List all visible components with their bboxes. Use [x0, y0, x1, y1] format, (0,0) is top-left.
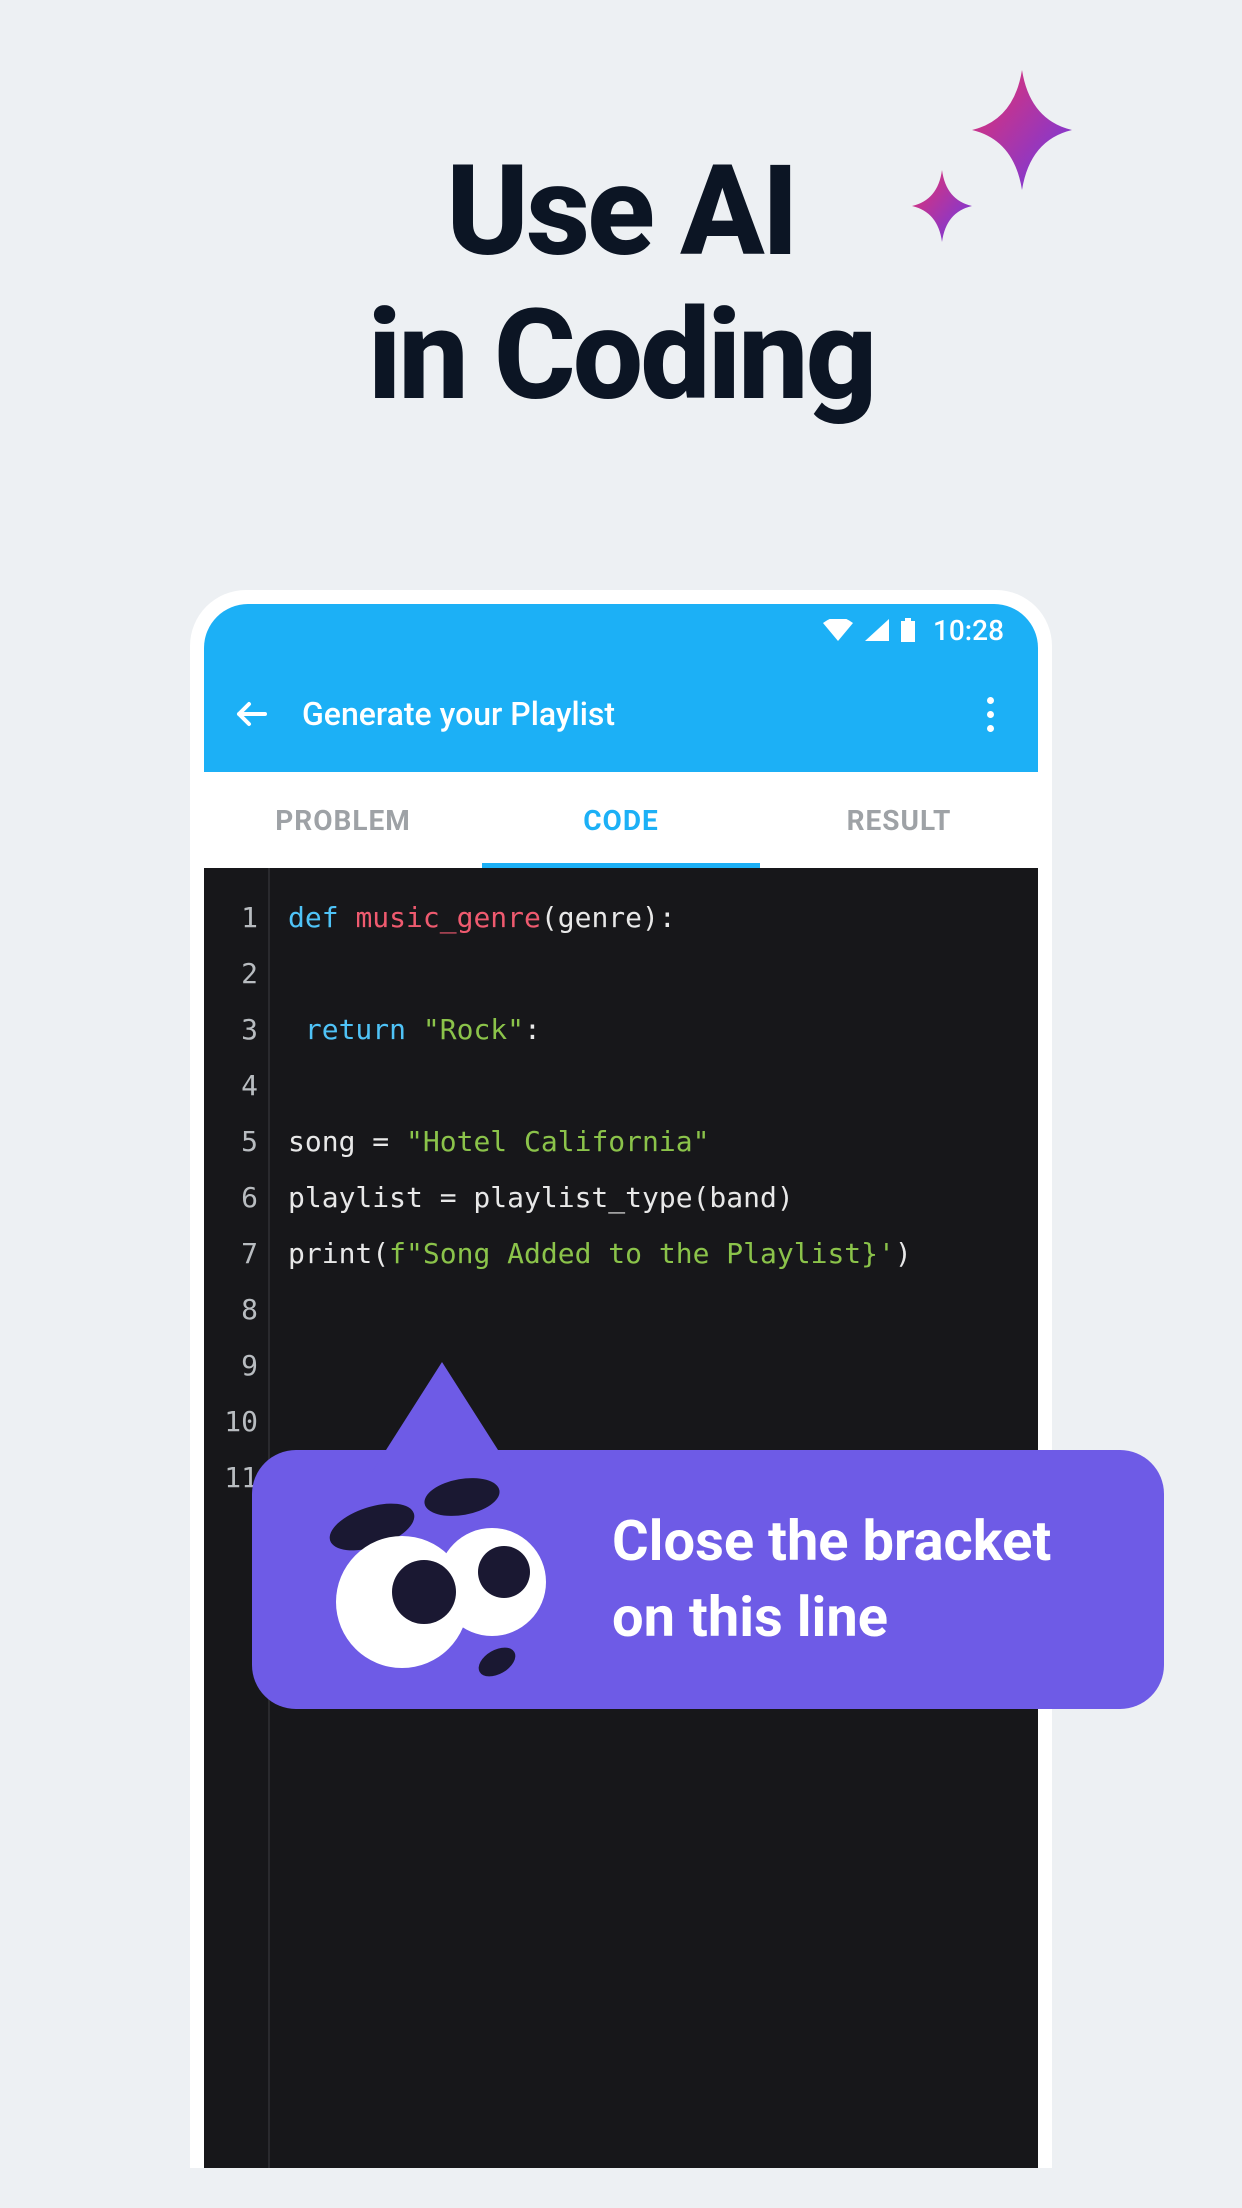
headline-line-2: in Coding [0, 284, 1242, 428]
ai-tooltip: Close the bracket on this line [252, 1450, 1164, 1709]
phone-screen: 10:28 Generate your Playlist PROBLEM COD… [204, 604, 1038, 2168]
tab-result[interactable]: RESULT [760, 772, 1038, 868]
line-number: 7 [204, 1226, 268, 1282]
line-number: 4 [204, 1058, 268, 1114]
line-number: 8 [204, 1282, 268, 1338]
line-number: 9 [204, 1338, 268, 1394]
tabs: PROBLEM CODE RESULT [204, 772, 1038, 868]
phone-frame: 10:28 Generate your Playlist PROBLEM COD… [190, 590, 1052, 2168]
line-number: 6 [204, 1170, 268, 1226]
wifi-icon [823, 619, 853, 641]
app-bar: Generate your Playlist [204, 656, 1038, 772]
line-number: 2 [204, 946, 268, 1002]
app-title: Generate your Playlist [302, 695, 966, 733]
status-time: 10:28 [933, 614, 1004, 647]
line-number: 5 [204, 1114, 268, 1170]
tab-problem[interactable]: PROBLEM [204, 772, 482, 868]
line-number: 1 [204, 890, 268, 946]
battery-icon [901, 618, 915, 642]
tooltip-arrow [372, 1362, 512, 1472]
line-number: 3 [204, 1002, 268, 1058]
headline-line-1: Use AI [0, 140, 1242, 284]
tooltip-text: Close the bracket on this line [612, 1504, 1104, 1655]
headline: Use AI in Coding [0, 140, 1242, 428]
more-menu-button[interactable] [966, 690, 1014, 738]
tab-code[interactable]: CODE [482, 772, 760, 868]
back-button[interactable] [228, 690, 276, 738]
ai-character-icon [292, 1472, 572, 1692]
line-number: 10 [204, 1394, 268, 1450]
status-bar: 10:28 [204, 604, 1038, 656]
signal-icon [865, 619, 889, 641]
